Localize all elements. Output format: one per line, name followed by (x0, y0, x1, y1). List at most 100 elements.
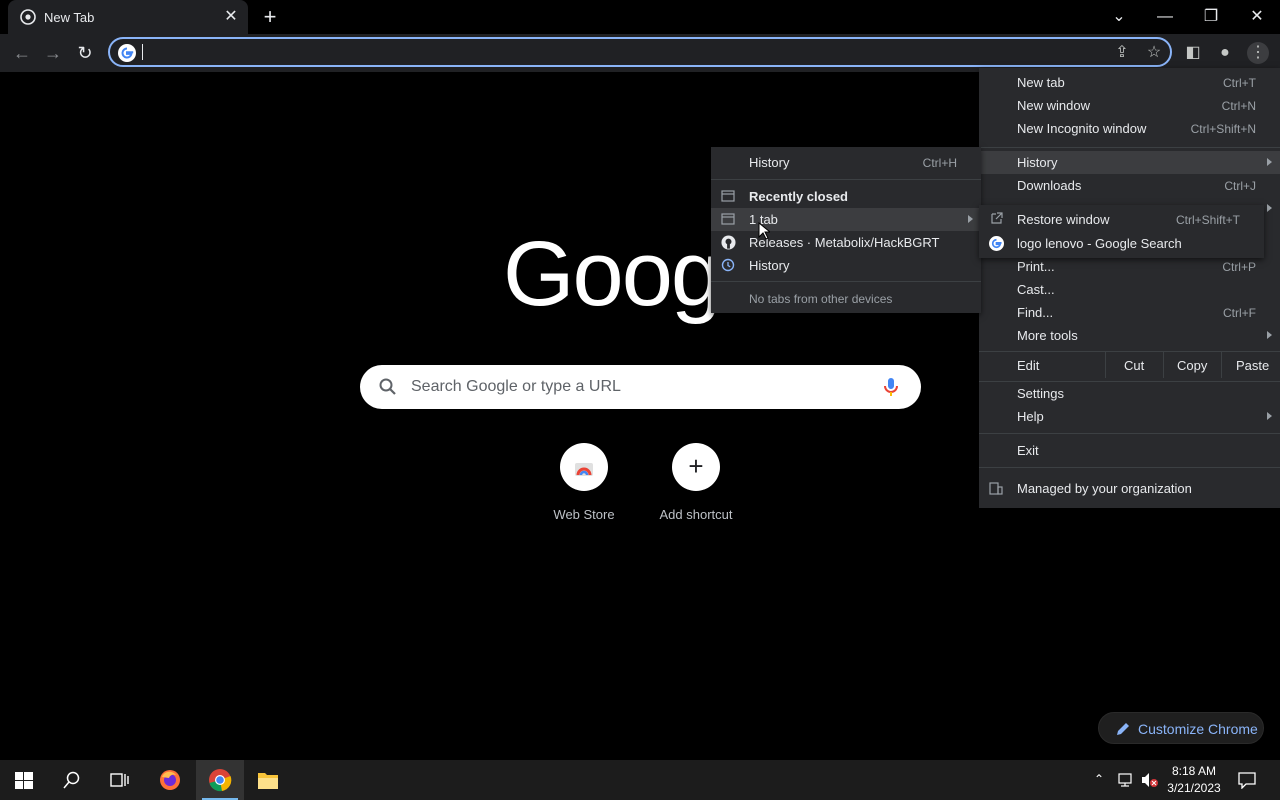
restore-button[interactable]: ❐ (1197, 4, 1225, 30)
search-taskbar-button[interactable] (48, 760, 96, 800)
menu-label: Cast... (1017, 282, 1055, 297)
menu-label: Releases · Metabolix/HackBGRT (749, 235, 940, 250)
search-box[interactable]: Search Google or type a URL (360, 365, 921, 409)
menu-label: Downloads (1017, 178, 1082, 193)
toolbar: ← → ↻ ⇪ ☆ ◧ ● ⋮ (0, 34, 1280, 72)
new-tab-button[interactable]: + (258, 6, 282, 30)
chrome-menu-icon[interactable]: ⋮ (1247, 42, 1269, 64)
menu-separator (979, 467, 1280, 468)
menu-item-help[interactable]: Help (979, 405, 1280, 428)
submenu-arrow-icon (1267, 412, 1272, 420)
web-store-circle (560, 443, 608, 491)
customize-chrome-button[interactable]: Customize Chrome (1098, 712, 1264, 744)
search-icon (379, 378, 396, 395)
submenu-arrow-icon (968, 215, 973, 223)
history-menu-item-history[interactable]: History Ctrl+H (711, 151, 981, 174)
menu-separator (711, 281, 981, 282)
clock-date: 3/21/2023 (1167, 781, 1221, 795)
volume-muted-icon[interactable] (1141, 772, 1159, 788)
history-submenu: History Ctrl+H Recently closed 1 tab Rel… (711, 147, 981, 313)
menu-item-settings[interactable]: Settings (979, 382, 1280, 405)
clock-time: 8:18 AM (1171, 764, 1217, 778)
menu-item-cast[interactable]: Cast... (979, 278, 1280, 301)
microphone-icon[interactable] (879, 375, 903, 399)
minimize-button[interactable]: — (1151, 4, 1179, 30)
menu-label: New Incognito window (1017, 121, 1147, 136)
cut-button[interactable]: Cut (1124, 358, 1144, 373)
menu-item-downloads[interactable]: Downloads Ctrl+J (979, 174, 1280, 197)
system-clock[interactable]: 8:18 AM 3/21/2023 (1164, 763, 1224, 797)
copy-button[interactable]: Copy (1177, 358, 1207, 373)
menu-shortcut: Ctrl+H (922, 156, 957, 170)
chrome-icon (209, 769, 232, 792)
task-view-button[interactable] (96, 760, 144, 800)
menu-item-print[interactable]: Print... Ctrl+P (979, 255, 1280, 278)
paste-button[interactable]: Paste (1236, 358, 1269, 373)
submenu-arrow-icon (1267, 204, 1272, 212)
menu-item-exit[interactable]: Exit (979, 439, 1280, 462)
share-icon[interactable]: ⇪ (1111, 42, 1133, 64)
menu-item-new-tab[interactable]: New tab Ctrl+T (979, 71, 1280, 94)
task-view-icon (110, 773, 129, 787)
firefox-taskbar-button[interactable] (146, 760, 194, 800)
close-window-button[interactable]: ✕ (1243, 4, 1271, 30)
shortcut-label: Web Store (553, 507, 615, 522)
menu-item-edit: Edit Cut Copy Paste (979, 352, 1280, 378)
chrome-icon (20, 9, 36, 25)
pencil-icon (1117, 723, 1129, 735)
folder-icon (258, 773, 278, 789)
menu-shortcut: Ctrl+T (1223, 76, 1256, 90)
tab-submenu: Restore window Ctrl+Shift+T logo lenovo … (979, 205, 1264, 258)
history-menu-item-full-history[interactable]: History (711, 254, 981, 277)
bookmark-star-icon[interactable]: ☆ (1143, 42, 1165, 64)
shortcut-add[interactable]: + Add shortcut (640, 443, 752, 533)
profile-icon[interactable]: ● (1214, 42, 1236, 64)
chevron-up-icon[interactable]: ⌃ (1094, 772, 1104, 786)
reload-icon[interactable]: ↻ (72, 40, 98, 66)
closed-tab-entry[interactable]: logo lenovo - Google Search (979, 232, 1264, 255)
network-icon[interactable] (1118, 772, 1136, 788)
firefox-icon (160, 770, 180, 790)
menu-label: Managed by your organization (1017, 481, 1192, 496)
forward-icon[interactable]: → (40, 40, 66, 66)
menu-label: New tab (1017, 75, 1065, 90)
menu-label: logo lenovo - Google Search (1017, 236, 1182, 251)
menu-item-find[interactable]: Find... Ctrl+F (979, 301, 1280, 324)
menu-item-history[interactable]: History (979, 151, 1280, 174)
menu-item-more-tools[interactable]: More tools (979, 324, 1280, 347)
shortcut-label: Add shortcut (659, 507, 733, 522)
back-icon[interactable]: ← (9, 40, 35, 66)
menu-shortcut: Ctrl+P (1222, 260, 1256, 274)
menu-label: Edit (1017, 358, 1040, 373)
text-cursor (142, 44, 143, 60)
menu-item-new-window[interactable]: New window Ctrl+N (979, 94, 1280, 117)
restore-window-item[interactable]: Restore window Ctrl+Shift+T (979, 208, 1264, 231)
menu-separator (979, 351, 1280, 352)
side-panel-icon[interactable]: ◧ (1182, 42, 1204, 64)
notification-icon[interactable] (1238, 771, 1256, 789)
menu-separator (979, 147, 1280, 148)
github-icon (721, 235, 736, 250)
menu-shortcut: Ctrl+F (1223, 306, 1256, 320)
menu-label: Exit (1017, 443, 1039, 458)
menu-label: New window (1017, 98, 1090, 113)
menu-label: More tools (1017, 328, 1078, 343)
menu-item-new-incognito-window[interactable]: New Incognito window Ctrl+Shift+N (979, 117, 1280, 140)
tab-search-icon[interactable]: ⌄ (1105, 4, 1133, 30)
shortcut-web-store[interactable]: Web Store (528, 443, 640, 533)
chrome-taskbar-button[interactable] (196, 760, 244, 800)
chrome-menu: New tab Ctrl+T New window Ctrl+N New Inc… (979, 68, 1280, 508)
history-menu-item-1-tab[interactable]: 1 tab (711, 208, 981, 231)
tab-new-tab[interactable]: New Tab ✕ (8, 0, 248, 34)
start-button[interactable] (0, 760, 48, 800)
file-explorer-taskbar-button[interactable] (244, 760, 292, 800)
close-icon[interactable]: ✕ (222, 8, 240, 26)
tab-title: New Tab (44, 10, 95, 25)
menu-label: History (749, 155, 790, 170)
title-bar: New Tab ✕ + ⌄ — ❐ ✕ (0, 0, 1280, 34)
menu-item-managed[interactable]: Managed by your organization (979, 477, 1280, 500)
history-menu-item-releases[interactable]: Releases · Metabolix/HackBGRT (711, 231, 981, 254)
menu-label: Find... (1017, 305, 1054, 320)
address-bar[interactable] (108, 37, 1172, 67)
history-icon (721, 258, 735, 272)
